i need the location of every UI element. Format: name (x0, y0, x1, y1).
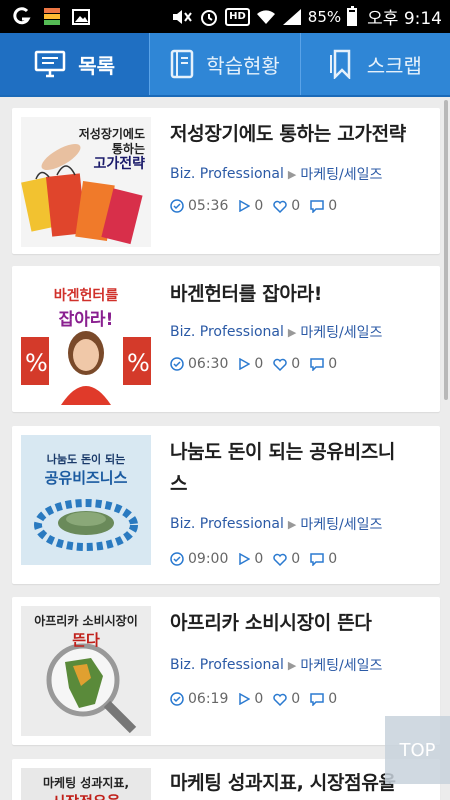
play-count: 0 (254, 691, 264, 707)
lecture-thumbnail: 아프리카 소비시장이 뜬다 (21, 606, 151, 736)
signal-icon (282, 8, 302, 26)
heart-icon (273, 358, 288, 371)
clock-check-icon (170, 199, 184, 213)
lecture-title-line: 스 (170, 473, 188, 495)
lecture-thumbnail: 마케팅 성과지표, 시장점유율 (21, 768, 151, 800)
thumbnail-text-line: 마케팅 성과지표, (42, 776, 130, 790)
list-item[interactable]: % % 바겐헌터를 잡아라! 바겐헌터를 잡아라! Biz. Professio… (12, 266, 440, 412)
tab-scrap[interactable]: 스크랩 (301, 33, 450, 95)
thumbnail-text-line: 뜬다 (72, 631, 100, 649)
wifi-icon (256, 9, 276, 25)
like-count: 0 (291, 691, 301, 707)
lecture-thumbnail: 나눔도 돈이 되는 공유비즈니스 (21, 435, 151, 565)
like-count: 0 (291, 198, 301, 214)
comment-icon (310, 692, 324, 706)
app-notification-icon (12, 6, 32, 27)
battery-icon (347, 5, 358, 26)
chevron-right-icon: ▶ (287, 517, 297, 531)
category-label: Biz. Professional (170, 324, 284, 340)
lecture-title: 바겐헌터를 잡아라! (170, 283, 323, 305)
play-icon (239, 553, 251, 565)
tab-learning-status[interactable]: 학습현황 (150, 33, 301, 95)
book-icon (170, 49, 194, 79)
clock-check-icon (170, 692, 184, 706)
image-icon (72, 8, 90, 25)
svg-text:%: % (127, 349, 150, 377)
thumbnail-text-line: 아프리카 소비시장이 (34, 614, 138, 628)
play-count: 0 (254, 551, 264, 567)
clock: 오후 9:14 (367, 9, 442, 29)
heart-icon (273, 200, 288, 213)
duration: 09:00 (188, 551, 229, 567)
comment-count: 0 (328, 356, 338, 372)
list-item[interactable]: 아프리카 소비시장이 뜬다 아프리카 소비시장이 뜬다 Biz. Profess… (12, 597, 440, 745)
hd-voice-icon: HD (225, 7, 250, 26)
comment-icon (310, 357, 324, 371)
flag-icon (44, 7, 60, 26)
thumbnail-text-line: 잡아라! (58, 310, 114, 330)
list-item[interactable]: 저성장기에도 통하는 고가전략 저성장기에도 통하는 고가전략 Biz. Pro… (12, 108, 440, 254)
comment-icon (310, 552, 324, 566)
category-label: Biz. Professional (170, 166, 284, 182)
heart-icon (273, 553, 288, 566)
thumbnail-text-line: 나눔도 돈이 되는 (46, 453, 126, 466)
comment-icon (310, 199, 324, 213)
play-count: 0 (254, 198, 264, 214)
subcategory-label: 마케팅/세일즈 (300, 167, 383, 183)
lecture-thumbnail: 저성장기에도 통하는 고가전략 (21, 117, 151, 247)
battery-percent: 85% (307, 7, 342, 26)
chevron-right-icon: ▶ (287, 658, 297, 672)
clock-check-icon (170, 552, 184, 566)
tab-scrap-label: 스크랩 (366, 53, 422, 78)
thumbnail-text-line: 바겐헌터를 (53, 288, 119, 304)
category-label: Biz. Professional (170, 516, 284, 532)
lecture-title: 아프리카 소비시장이 뜬다 (170, 612, 372, 634)
clock-check-icon (170, 357, 184, 371)
thumbnail-text-line: 저성장기에도 (78, 127, 145, 141)
tab-list-label: 목록 (78, 53, 116, 78)
comment-count: 0 (328, 551, 338, 567)
duration: 06:30 (188, 356, 229, 372)
chevron-right-icon: ▶ (287, 167, 297, 181)
list-item[interactable]: 마케팅 성과지표, 시장점유율 마케팅 성과지표, 시장점유율 (12, 759, 440, 800)
lecture-title-line: 나눔도 돈이 되는 공유비즈니 (170, 441, 396, 463)
thumbnail-text-line: 통하는 (111, 142, 145, 156)
subcategory-label: 마케팅/세일즈 (300, 658, 383, 674)
tab-bar: 목록 학습현황 스크랩 (0, 33, 450, 97)
bookmark-icon (329, 49, 355, 79)
subcategory-label: 마케팅/세일즈 (300, 325, 383, 341)
like-count: 0 (291, 551, 301, 567)
category-label: Biz. Professional (170, 657, 284, 673)
chevron-right-icon: ▶ (287, 325, 297, 339)
comment-count: 0 (328, 691, 338, 707)
lecture-list: 저성장기에도 통하는 고가전략 저성장기에도 통하는 고가전략 Biz. Pro… (0, 97, 450, 800)
duration: 05:36 (188, 198, 229, 214)
alarm-icon (199, 7, 219, 27)
list-item[interactable]: 나눔도 돈이 되는 공유비즈니스 나눔도 돈이 되는 공유비즈니 스 Biz. … (12, 426, 440, 584)
mute-icon (171, 8, 193, 26)
thumbnail-text-line: 고가전략 (93, 156, 145, 172)
lecture-thumbnail: % % 바겐헌터를 잡아라! (21, 275, 151, 405)
subcategory-label: 마케팅/세일즈 (300, 517, 383, 533)
play-icon (239, 200, 251, 212)
thumbnail-text-line: 공유비즈니스 (44, 469, 128, 487)
scrollbar[interactable] (444, 100, 448, 400)
svg-text:%: % (25, 349, 48, 377)
comment-count: 0 (328, 198, 338, 214)
scroll-top-button[interactable]: TOP (385, 716, 450, 784)
status-bar: HD 85% 오후 9:14 (0, 0, 450, 33)
like-count: 0 (291, 356, 301, 372)
tab-learning-status-label: 학습현황 (206, 53, 280, 78)
lecture-title: 나눔도 돈이 되는 공유비즈니 스 (170, 436, 432, 500)
play-icon (239, 358, 251, 370)
duration: 06:19 (188, 691, 229, 707)
monitor-icon (34, 50, 66, 78)
play-icon (239, 693, 251, 705)
lecture-title: 저성장기에도 통하는 고가전략 (170, 123, 406, 145)
tab-list[interactable]: 목록 (0, 33, 151, 95)
thumbnail-text-line: 시장점유율 (21, 791, 151, 800)
heart-icon (273, 693, 288, 706)
play-count: 0 (254, 356, 264, 372)
